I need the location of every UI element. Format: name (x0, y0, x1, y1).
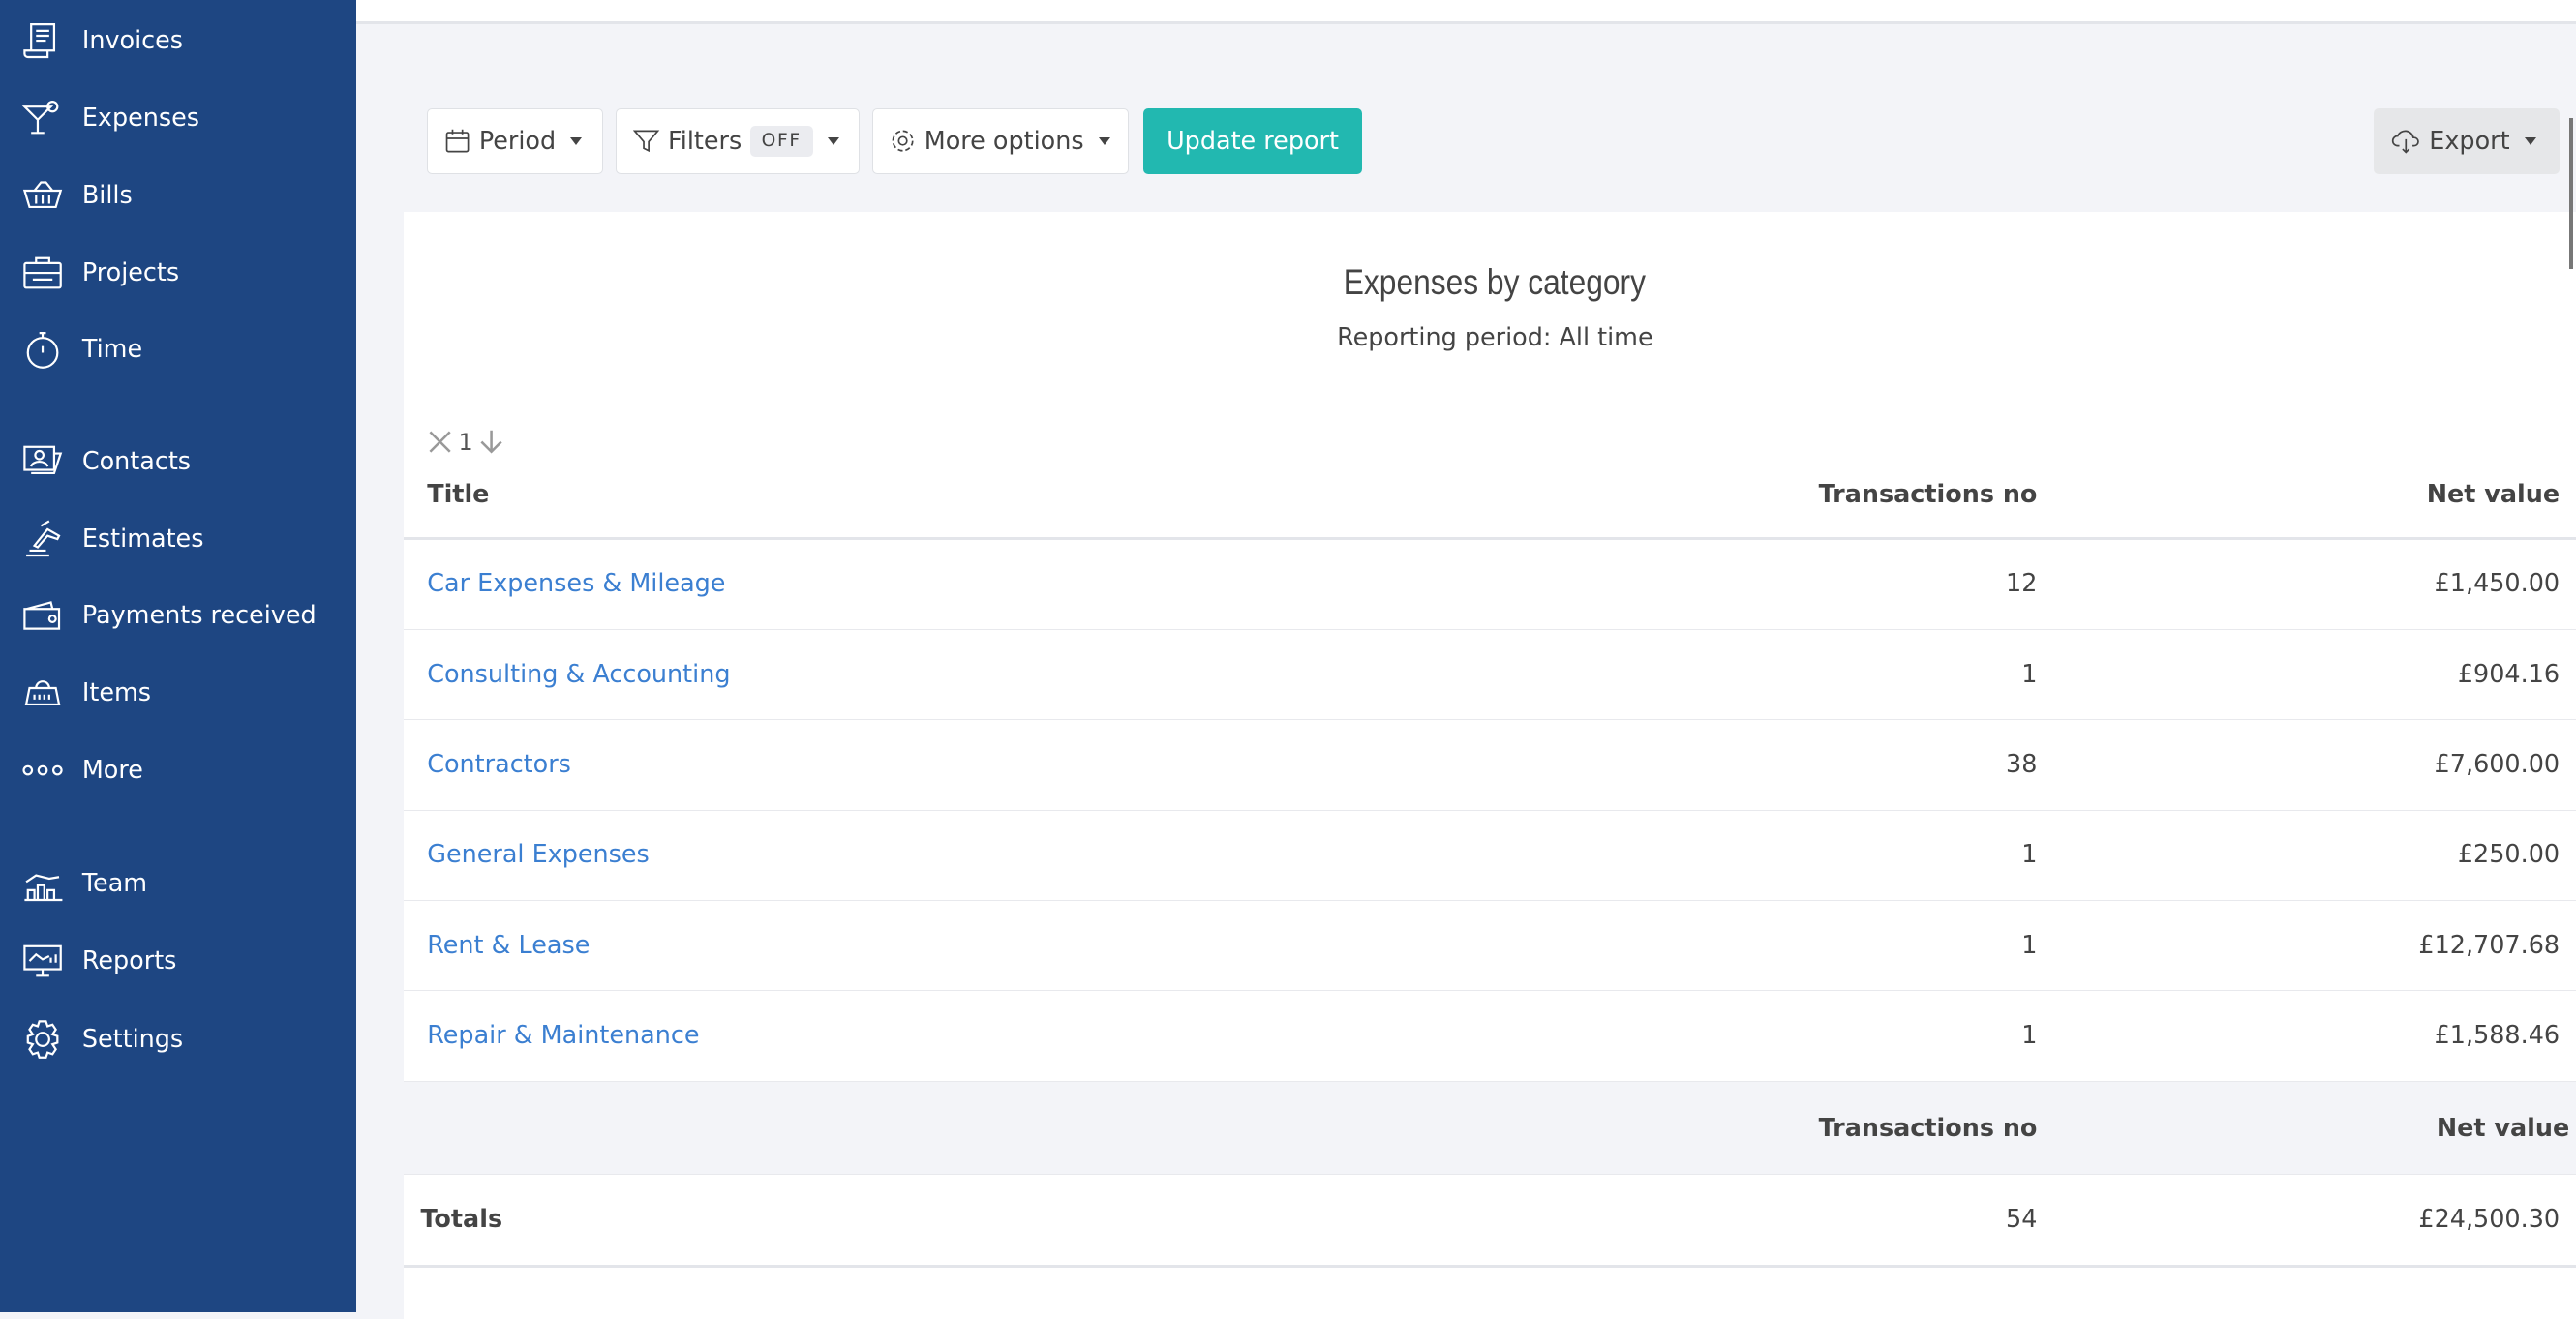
caret-down-icon (1098, 136, 1110, 145)
caret-down-icon (828, 136, 839, 145)
net-value: £7,600.00 (2434, 749, 2561, 779)
totals-header: Transactions no Net value (404, 1082, 2576, 1176)
totals-count: 54 (2006, 1205, 2038, 1235)
caret-down-icon (570, 136, 583, 145)
sidebar-item-label: Bills (81, 180, 133, 210)
transactions-count: 1 (2021, 840, 2038, 870)
export-label: Export (2429, 126, 2510, 156)
invoice-icon (23, 23, 56, 59)
filters-dropdown[interactable]: Filters OFF (616, 108, 860, 174)
more-options-dropdown[interactable]: More options (872, 108, 1129, 174)
team-chart-icon (24, 874, 63, 902)
briefcase-icon (23, 256, 62, 289)
filters-status-badge: OFF (749, 126, 813, 157)
more-dots-icon (22, 764, 63, 776)
sidebar-item-items[interactable]: Items (0, 660, 356, 726)
totals-row: Totals 54 £24,500.30 (404, 1174, 2576, 1268)
more-options-label: More options (924, 126, 1084, 156)
net-value: £1,588.46 (2434, 1021, 2561, 1050)
sidebar-item-label: Projects (81, 257, 180, 287)
transactions-count: 38 (2006, 749, 2038, 779)
wallet-icon (23, 601, 61, 631)
sidebar-item-label: Team (81, 869, 148, 899)
sidebar-item-expenses[interactable]: Expenses (0, 85, 356, 151)
sidebar-item-projects[interactable]: Projects (0, 240, 356, 306)
gear-icon (892, 130, 914, 152)
sidebar-item-label: Estimates (81, 524, 204, 554)
period-dropdown[interactable]: Period (427, 108, 603, 174)
transactions-count: 1 (2021, 930, 2038, 960)
reports-monitor-icon (23, 944, 62, 977)
basket-icon (22, 181, 63, 208)
items-icon (24, 680, 61, 706)
net-value: £250.00 (2457, 840, 2561, 870)
sidebar-item-label: Items (81, 678, 152, 708)
filter-icon (633, 130, 660, 153)
sidebar: Invoices Expenses Bills Projects Time Contact… (0, 0, 357, 1312)
report-title: Expenses by category (1344, 260, 1647, 302)
transactions-count: 1 (2021, 659, 2038, 689)
category-link[interactable]: Rent & Lease (427, 931, 590, 960)
export-dropdown[interactable]: Export (2374, 108, 2561, 174)
table-row: Consulting & Accounting 1 £904.16 (404, 629, 2576, 721)
category-link[interactable]: Contractors (427, 750, 571, 779)
transactions-count: 1 (2021, 1021, 2038, 1050)
report-panel: Period Filters OFF More options Update r… (404, 70, 2576, 1319)
net-value: £12,707.68 (2418, 930, 2561, 960)
sidebar-item-invoices[interactable]: Invoices (0, 8, 356, 74)
stopwatch-icon (26, 332, 59, 370)
column-header-net-value[interactable]: Net value (2427, 480, 2560, 509)
category-link[interactable]: General Expenses (427, 840, 650, 869)
table-row: Repair & Maintenance 1 £1,588.46 (404, 990, 2576, 1082)
sidebar-item-label: Time (81, 335, 143, 365)
sidebar-item-label: Reports (81, 945, 177, 975)
category-link[interactable]: Car Expenses & Mileage (427, 569, 725, 598)
column-header-title[interactable]: Title (427, 480, 489, 509)
sidebar-item-more[interactable]: More (0, 737, 356, 803)
gear-icon (26, 1020, 59, 1060)
totals-net-value: £24,500.30 (2418, 1205, 2561, 1235)
sidebar-item-payments-received[interactable]: Payments received (0, 583, 356, 648)
table-row: Car Expenses & Mileage 12 £1,450.00 (404, 539, 2576, 630)
sidebar-item-label: Contacts (81, 446, 192, 476)
report-subtitle: Reporting period: All time (1337, 323, 1653, 353)
cloud-download-icon (2392, 130, 2420, 155)
sidebar-item-label: More (81, 755, 143, 785)
sidebar-item-team[interactable]: Team (0, 851, 356, 916)
table-row: Contractors 38 £7,600.00 (404, 719, 2576, 811)
sidebar-item-time[interactable]: Time (0, 317, 356, 383)
calendar-icon (445, 130, 470, 153)
totals-label: Totals (420, 1205, 503, 1235)
update-report-button[interactable]: Update report (1143, 108, 1362, 174)
sidebar-item-settings[interactable]: Settings (0, 1006, 356, 1072)
period-label: Period (478, 126, 557, 156)
top-bar (356, 0, 2576, 25)
cocktail-icon (21, 101, 59, 135)
report-toolbar: Period Filters OFF More options Update r… (404, 70, 2576, 212)
sidebar-item-reports[interactable]: Reports (0, 928, 356, 994)
table-row: General Expenses 1 £250.00 (404, 810, 2576, 901)
caret-down-icon (2524, 136, 2536, 145)
category-link[interactable]: Repair & Maintenance (427, 1021, 699, 1050)
net-value: £1,450.00 (2434, 569, 2561, 599)
sidebar-item-label: Settings (81, 1025, 184, 1055)
column-header-transactions[interactable]: Transactions no (1819, 480, 2038, 509)
table-header: Title Transactions no Net value (404, 452, 2576, 540)
sidebar-item-label: Invoices (81, 26, 184, 56)
net-value: £904.16 (2457, 659, 2561, 689)
filters-label: Filters (668, 126, 742, 156)
table-row: Rent & Lease 1 £12,707.68 (404, 900, 2576, 992)
sidebar-item-bills[interactable]: Bills (0, 163, 356, 228)
totals-header-net-value: Net value (2436, 1113, 2570, 1143)
sidebar-item-contacts[interactable]: Contacts (0, 429, 356, 495)
category-link[interactable]: Consulting & Accounting (427, 660, 730, 689)
sidebar-item-label: Payments received (81, 601, 317, 631)
totals-header-transactions: Transactions no (1818, 1113, 2038, 1143)
sidebar-item-label: Expenses (81, 104, 200, 134)
scrollbar[interactable] (2569, 118, 2573, 270)
sidebar-item-estimates[interactable]: Estimates (0, 506, 356, 572)
transactions-count: 12 (2006, 569, 2038, 599)
contact-card-icon (23, 445, 63, 474)
gavel-icon (26, 520, 61, 556)
